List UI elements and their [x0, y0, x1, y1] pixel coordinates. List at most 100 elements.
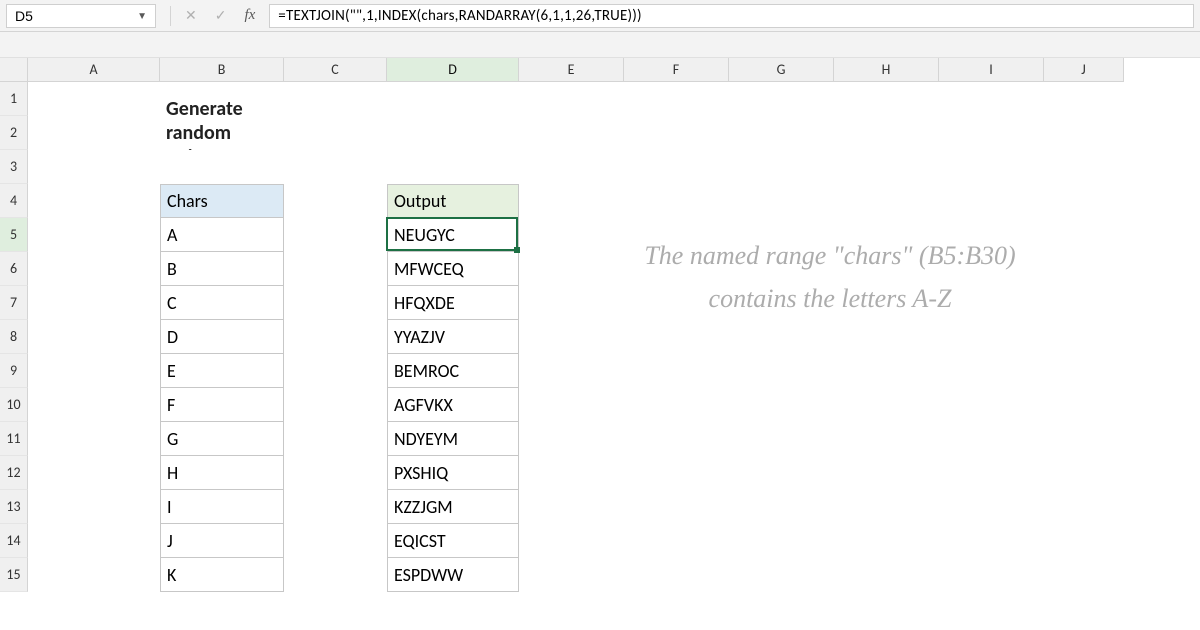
cell-I11[interactable] — [939, 422, 1044, 456]
cell-G14[interactable] — [729, 524, 834, 558]
cell-G12[interactable] — [729, 456, 834, 490]
output-cell-4[interactable]: BEMROC — [387, 354, 519, 388]
chars-cell-5[interactable]: F — [160, 388, 284, 422]
cell-A8[interactable] — [28, 320, 160, 354]
cell-B3[interactable] — [160, 150, 284, 184]
cell-C5[interactable] — [284, 218, 387, 252]
cell-I12[interactable] — [939, 456, 1044, 490]
cell-G2[interactable] — [729, 116, 834, 150]
enter-icon[interactable]: ✓ — [215, 7, 227, 24]
col-header-G[interactable]: G — [729, 58, 834, 82]
cell-F14[interactable] — [624, 524, 729, 558]
chars-cell-0[interactable]: A — [160, 218, 284, 252]
cell-D3[interactable] — [387, 150, 519, 184]
cell-F12[interactable] — [624, 456, 729, 490]
cell-F11[interactable] — [624, 422, 729, 456]
cell-J13[interactable] — [1044, 490, 1124, 524]
chars-cell-2[interactable]: C — [160, 286, 284, 320]
row-header-11[interactable]: 11 — [0, 422, 28, 456]
cell-H4[interactable] — [834, 184, 939, 218]
col-header-I[interactable]: I — [939, 58, 1044, 82]
cell-E2[interactable] — [519, 116, 624, 150]
cell-H3[interactable] — [834, 150, 939, 184]
cell-E4[interactable] — [519, 184, 624, 218]
col-header-A[interactable]: A — [28, 58, 160, 82]
cell-F13[interactable] — [624, 490, 729, 524]
cell-F1[interactable] — [624, 82, 729, 116]
cell-C15[interactable] — [284, 558, 387, 592]
cell-G3[interactable] — [729, 150, 834, 184]
chars-cell-9[interactable]: J — [160, 524, 284, 558]
chars-cell-7[interactable]: H — [160, 456, 284, 490]
cell-E1[interactable] — [519, 82, 624, 116]
chars-cell-6[interactable]: G — [160, 422, 284, 456]
cell-G4[interactable] — [729, 184, 834, 218]
output-cell-7[interactable]: PXSHIQ — [387, 456, 519, 490]
cell-C9[interactable] — [284, 354, 387, 388]
spreadsheet-grid[interactable]: ABCDEFGHIJ12Generate random strings34Cha… — [0, 58, 1200, 592]
cell-A9[interactable] — [28, 354, 160, 388]
output-cell-3[interactable]: YYAZJV — [387, 320, 519, 354]
cell-E5[interactable] — [519, 218, 624, 252]
cell-G8[interactable] — [729, 320, 834, 354]
output-header[interactable]: Output — [387, 184, 519, 218]
cancel-icon[interactable]: ✕ — [185, 7, 197, 24]
cell-I10[interactable] — [939, 388, 1044, 422]
cell-C14[interactable] — [284, 524, 387, 558]
cell-F10[interactable] — [624, 388, 729, 422]
cell-E11[interactable] — [519, 422, 624, 456]
cell-J1[interactable] — [1044, 82, 1124, 116]
chars-cell-10[interactable]: K — [160, 558, 284, 592]
output-cell-10[interactable]: ESPDWW — [387, 558, 519, 592]
col-header-E[interactable]: E — [519, 58, 624, 82]
row-header-13[interactable]: 13 — [0, 490, 28, 524]
cell-A14[interactable] — [28, 524, 160, 558]
cell-C13[interactable] — [284, 490, 387, 524]
cell-E10[interactable] — [519, 388, 624, 422]
cell-I15[interactable] — [939, 558, 1044, 592]
cell-G9[interactable] — [729, 354, 834, 388]
cell-H1[interactable] — [834, 82, 939, 116]
row-header-9[interactable]: 9 — [0, 354, 28, 388]
cell-E14[interactable] — [519, 524, 624, 558]
cell-A3[interactable] — [28, 150, 160, 184]
col-header-B[interactable]: B — [160, 58, 284, 82]
cell-A15[interactable] — [28, 558, 160, 592]
cell-D1[interactable] — [387, 82, 519, 116]
name-box-input[interactable] — [15, 8, 115, 24]
cell-F3[interactable] — [624, 150, 729, 184]
chevron-down-icon[interactable]: ▼ — [137, 9, 147, 22]
cell-C2[interactable] — [284, 116, 387, 150]
output-cell-1[interactable]: MFWCEQ — [387, 252, 519, 286]
cell-J5[interactable] — [1044, 218, 1124, 252]
chars-cell-8[interactable]: I — [160, 490, 284, 524]
cell-H13[interactable] — [834, 490, 939, 524]
cell-G10[interactable] — [729, 388, 834, 422]
cell-I13[interactable] — [939, 490, 1044, 524]
cell-J11[interactable] — [1044, 422, 1124, 456]
cell-C12[interactable] — [284, 456, 387, 490]
cell-G1[interactable] — [729, 82, 834, 116]
chars-cell-3[interactable]: D — [160, 320, 284, 354]
cell-H10[interactable] — [834, 388, 939, 422]
row-header-3[interactable]: 3 — [0, 150, 28, 184]
cell-E13[interactable] — [519, 490, 624, 524]
cell-E8[interactable] — [519, 320, 624, 354]
cell-A12[interactable] — [28, 456, 160, 490]
formula-input[interactable]: =TEXTJOIN("",1,INDEX(chars,RANDARRAY(6,1… — [269, 4, 1194, 28]
cell-G11[interactable] — [729, 422, 834, 456]
cell-C3[interactable] — [284, 150, 387, 184]
col-header-F[interactable]: F — [624, 58, 729, 82]
cell-C7[interactable] — [284, 286, 387, 320]
cell-C4[interactable] — [284, 184, 387, 218]
cell-F15[interactable] — [624, 558, 729, 592]
row-header-7[interactable]: 7 — [0, 286, 28, 320]
cell-F9[interactable] — [624, 354, 729, 388]
cell-J14[interactable] — [1044, 524, 1124, 558]
cell-C11[interactable] — [284, 422, 387, 456]
cell-A13[interactable] — [28, 490, 160, 524]
row-header-4[interactable]: 4 — [0, 184, 28, 218]
output-cell-8[interactable]: KZZJGM — [387, 490, 519, 524]
cell-E3[interactable] — [519, 150, 624, 184]
select-all-corner[interactable] — [0, 58, 28, 82]
